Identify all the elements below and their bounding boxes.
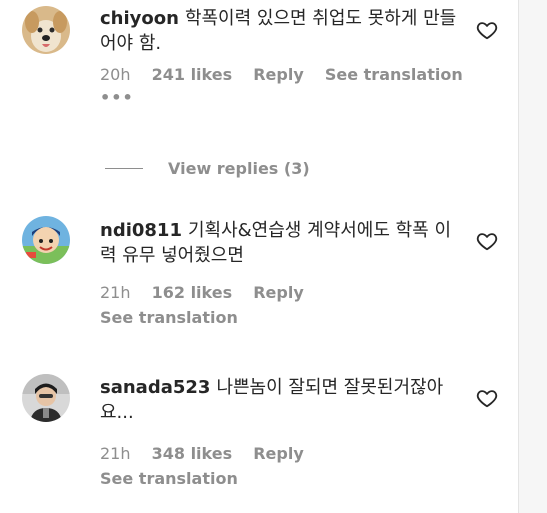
view-replies-label[interactable]: View replies (3): [168, 159, 310, 178]
comment-likes[interactable]: 241 likes: [152, 64, 233, 86]
comment-text: sanada523 나쁜놈이 잘되면 잘못된거잖아요...: [100, 375, 460, 425]
comment-likes[interactable]: 162 likes: [152, 282, 233, 304]
avatar[interactable]: [22, 216, 70, 264]
comment-time[interactable]: 21h: [100, 282, 131, 304]
comment-time[interactable]: 21h: [100, 443, 131, 465]
comment-username[interactable]: sanada523: [100, 377, 210, 398]
see-translation-button[interactable]: See translation: [100, 307, 460, 329]
divider-line: [105, 167, 143, 169]
reply-button[interactable]: Reply: [253, 282, 304, 304]
more-options-icon[interactable]: •••: [100, 90, 460, 106]
avatar[interactable]: [22, 6, 70, 54]
reply-button[interactable]: Reply: [253, 64, 304, 86]
heart-icon[interactable]: [476, 19, 498, 41]
heart-icon[interactable]: [476, 230, 498, 252]
comment-meta: 21h 348 likes Reply: [100, 443, 460, 465]
scrollbar[interactable]: [518, 0, 547, 513]
comment-username[interactable]: chiyoon: [100, 8, 179, 29]
comment-likes[interactable]: 348 likes: [152, 443, 233, 465]
see-translation-button[interactable]: See translation: [325, 64, 463, 86]
comment-meta: 20h 241 likes Reply See translation: [100, 64, 463, 86]
comment-text: ndi0811 기획사&연습생 계약서에도 학폭 이력 유무 넣어줬으면: [100, 218, 460, 268]
see-translation-button[interactable]: See translation: [100, 468, 460, 490]
comment-meta: 21h 162 likes Reply: [100, 282, 460, 304]
view-replies-button[interactable]: View replies (3): [105, 156, 310, 180]
reply-button[interactable]: Reply: [253, 443, 304, 465]
comment-time[interactable]: 20h: [100, 64, 131, 86]
heart-icon[interactable]: [476, 387, 498, 409]
comment-username[interactable]: ndi0811: [100, 220, 182, 241]
avatar[interactable]: [22, 374, 70, 422]
comment-text: chiyoon 학폭이력 있으면 취업도 못하게 만들어야 함.: [100, 6, 460, 56]
